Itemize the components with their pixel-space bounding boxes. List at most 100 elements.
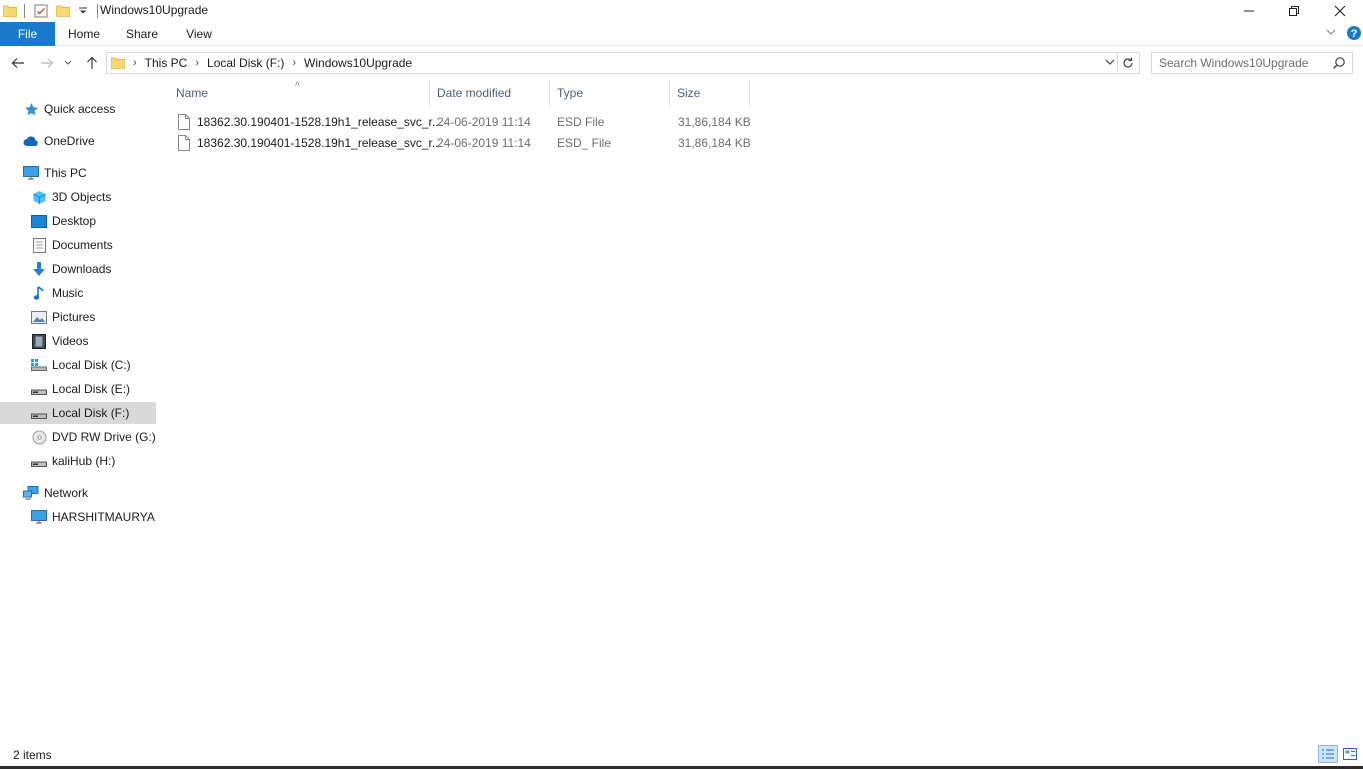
sidebar-item-videos[interactable]: Videos [0, 330, 156, 352]
sidebar-item-3d-objects[interactable]: 3D Objects [0, 186, 156, 208]
sidebar-item-documents[interactable]: Documents [0, 234, 156, 256]
pictures-icon [31, 309, 47, 325]
music-icon [31, 285, 47, 301]
minimize-button[interactable] [1226, 0, 1272, 22]
address-history-dropdown[interactable] [1105, 55, 1115, 69]
toolbar-divider [97, 4, 98, 18]
sidebar-item-label: Network [44, 486, 89, 500]
close-icon [1334, 5, 1346, 17]
item-count: 2 items [13, 748, 52, 762]
properties-icon[interactable] [33, 3, 49, 19]
details-view-button[interactable] [1318, 745, 1338, 763]
address-bar[interactable]: › This PC › Local Disk (F:) › Windows10U… [106, 52, 1140, 74]
sidebar-item-local-disk-c[interactable]: Local Disk (C:) [0, 354, 156, 376]
close-button[interactable] [1317, 0, 1363, 22]
sidebar-item-local-disk-e[interactable]: Local Disk (E:) [0, 378, 156, 400]
sidebar-item-label: HARSHITMAURYA [52, 510, 155, 524]
tab-file[interactable]: File [0, 22, 55, 46]
toolbar-divider [24, 4, 25, 18]
drive-icon [31, 381, 47, 397]
tab-share[interactable]: Share [118, 22, 166, 46]
sidebar-item-label: Local Disk (C:) [52, 358, 131, 372]
sidebar-item-label: Videos [52, 334, 89, 348]
customize-toolbar-dropdown-icon[interactable] [75, 3, 91, 19]
status-bar: 2 items [0, 742, 1363, 766]
column-header-type[interactable]: Type [550, 80, 670, 106]
breadcrumb-this-pc[interactable]: This PC [139, 56, 194, 70]
folder-icon [111, 57, 125, 69]
refresh-button[interactable] [1117, 54, 1137, 72]
column-header-size[interactable]: Size [670, 80, 750, 106]
sidebar-item-onedrive[interactable]: OneDrive [0, 130, 156, 152]
sidebar-item-quick-access[interactable]: Quick access [0, 98, 156, 120]
sidebar-item-label: Downloads [52, 262, 112, 276]
back-button[interactable] [8, 53, 28, 73]
sidebar-item-label: 3D Objects [52, 190, 112, 204]
file-name[interactable]: 18362.30.190401-1528.19h1_release_svc_r.… [197, 112, 442, 133]
download-icon [31, 261, 47, 277]
sidebar-item-music[interactable]: Music [0, 282, 156, 304]
navigation-pane: Quick access OneDrive This PC 3D Objects… [0, 80, 156, 740]
sidebar-item-kalihub-h[interactable]: kaliHub (H:) [0, 450, 156, 472]
sidebar-item-desktop[interactable]: Desktop [0, 210, 156, 232]
star-icon [23, 101, 39, 117]
folder-icon [2, 3, 18, 19]
quick-access-toolbar [0, 2, 104, 20]
search-icon[interactable] [1332, 56, 1346, 73]
table-row[interactable]: 18362.30.190401-1528.19h1_release_svc_r.… [170, 133, 751, 154]
file-icon [178, 114, 190, 133]
large-icons-view-icon [1343, 748, 1357, 760]
up-button[interactable] [82, 53, 102, 73]
document-icon [31, 237, 47, 253]
file-type: ESD File [557, 115, 605, 129]
search-input[interactable] [1152, 53, 1328, 73]
large-icons-view-button[interactable] [1340, 745, 1360, 763]
help-button[interactable]: ? [1346, 25, 1362, 44]
sidebar-item-this-pc[interactable]: This PC [0, 162, 156, 184]
forward-button[interactable] [37, 53, 57, 73]
breadcrumb-windows10upgrade[interactable]: Windows10Upgrade [298, 56, 418, 70]
sidebar-item-local-disk-f[interactable]: Local Disk (F:) [0, 402, 156, 424]
chevron-down-icon [1105, 59, 1115, 65]
breadcrumb-separator[interactable]: › [290, 57, 298, 69]
refresh-icon [1122, 57, 1133, 68]
restore-icon [1289, 6, 1299, 16]
sidebar-item-label: Quick access [44, 102, 116, 116]
table-row[interactable]: 18362.30.190401-1528.19h1_release_svc_r.… [170, 112, 751, 133]
column-header-name[interactable]: Name ^ [160, 80, 430, 106]
sidebar-item-harshitmaurya[interactable]: HARSHITMAURYA [0, 506, 156, 528]
file-name[interactable]: 18362.30.190401-1528.19h1_release_svc_r.… [197, 133, 442, 154]
breadcrumb-separator[interactable]: › [193, 57, 201, 69]
sidebar-item-label: DVD RW Drive (G:) N [52, 430, 156, 444]
column-header-date-modified[interactable]: Date modified [430, 80, 550, 106]
expand-ribbon-button[interactable] [1325, 26, 1337, 41]
search-box[interactable] [1151, 52, 1353, 74]
file-size: 31,86,184 KB [678, 115, 751, 129]
arrow-up-icon [87, 56, 97, 69]
tab-view[interactable]: View [176, 22, 222, 46]
sidebar-item-label: Local Disk (F:) [52, 406, 130, 420]
cloud-icon [23, 133, 39, 149]
windows-drive-icon [31, 357, 47, 373]
new-folder-icon[interactable] [55, 3, 71, 19]
chevron-down-icon [64, 60, 72, 65]
sidebar-item-network[interactable]: Network [0, 482, 156, 504]
ribbon-tabs: File Home Share View ? [0, 22, 1363, 46]
sort-ascending-icon: ^ [295, 81, 300, 92]
column-header-label: Name [176, 86, 209, 100]
restore-button[interactable] [1271, 0, 1317, 22]
navigation-bar: › This PC › Local Disk (F:) › Windows10U… [0, 50, 1363, 76]
svg-text:?: ? [1351, 28, 1358, 40]
sidebar-item-label: Documents [52, 238, 113, 252]
tab-home[interactable]: Home [60, 22, 108, 46]
file-type: ESD_ File [557, 136, 612, 150]
sidebar-item-pictures[interactable]: Pictures [0, 306, 156, 328]
desktop-icon [31, 213, 47, 229]
recent-locations-button[interactable] [61, 53, 75, 73]
breadcrumb-local-disk-f[interactable]: Local Disk (F:) [201, 56, 290, 70]
breadcrumb-separator[interactable]: › [131, 57, 139, 69]
window-title: Windows10Upgrade [100, 3, 209, 17]
file-date-modified: 24-06-2019 11:14 [437, 136, 531, 150]
sidebar-item-downloads[interactable]: Downloads [0, 258, 156, 280]
sidebar-item-dvd-rw-drive-g[interactable]: DVD RW Drive (G:) N [0, 426, 156, 448]
